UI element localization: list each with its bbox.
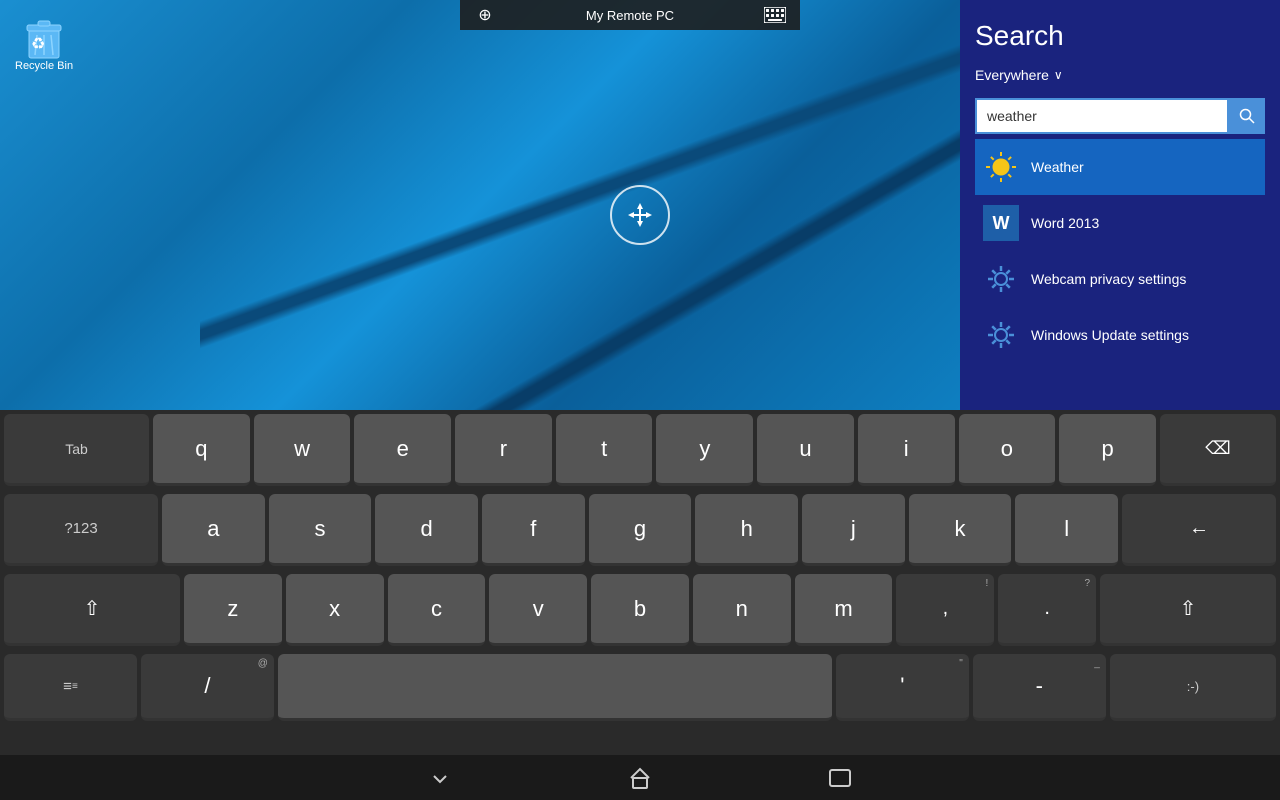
key-dash[interactable]: - _	[973, 654, 1106, 721]
key-s[interactable]: s	[269, 494, 372, 566]
space-key[interactable]	[278, 654, 832, 721]
key-e[interactable]: e	[354, 414, 451, 486]
recycle-bin-label: Recycle Bin	[15, 60, 73, 72]
move-cursor	[610, 185, 670, 245]
keyboard-row-2: ?123 a s d f g h j k l ←	[0, 490, 1280, 570]
search-result-winupdate[interactable]: Windows Update settings	[975, 307, 1265, 363]
key-r[interactable]: r	[455, 414, 552, 486]
key-period[interactable]: .?	[998, 574, 1096, 646]
key-l[interactable]: l	[1015, 494, 1118, 566]
search-panel: Search Everywhere ∨	[960, 0, 1280, 410]
weather-icon	[983, 149, 1019, 185]
key-slash[interactable]: / @	[141, 654, 274, 721]
topbar-title: My Remote PC	[500, 8, 760, 23]
keyboard-row-4: ≡≡ / @ ' " - _ :-)	[0, 650, 1280, 725]
recents-nav-button[interactable]	[820, 758, 860, 798]
home-nav-button[interactable]	[620, 758, 660, 798]
key-m[interactable]: m	[795, 574, 893, 646]
scope-label: Everywhere	[975, 67, 1049, 83]
key-c[interactable]: c	[388, 574, 486, 646]
chevron-down-icon: ∨	[1054, 68, 1063, 82]
key-h[interactable]: h	[695, 494, 798, 566]
settings-icon-webcam	[983, 261, 1019, 297]
top-bar: ⊕ My Remote PC	[460, 0, 800, 30]
key-d[interactable]: d	[375, 494, 478, 566]
key-w[interactable]: w	[254, 414, 351, 486]
scope-selector[interactable]: Everywhere ∨	[975, 67, 1265, 83]
key-comma[interactable]: ,!	[896, 574, 994, 646]
search-result-word2013[interactable]: W Word 2013	[975, 195, 1265, 251]
key-j[interactable]: j	[802, 494, 905, 566]
word2013-result-label: Word 2013	[1031, 215, 1099, 231]
key-k[interactable]: k	[909, 494, 1012, 566]
enter-key[interactable]: ←	[1122, 494, 1276, 566]
key-apostrophe[interactable]: ' "	[836, 654, 969, 721]
move-button[interactable]: ⊕	[470, 0, 500, 30]
keyboard-row-3: ⇧ z x c v b n m ,! .? ⇧	[0, 570, 1280, 650]
key-x[interactable]: x	[286, 574, 384, 646]
back-nav-button[interactable]	[420, 758, 460, 798]
search-input[interactable]	[975, 98, 1229, 134]
key-q[interactable]: q	[153, 414, 250, 486]
key-g[interactable]: g	[589, 494, 692, 566]
key-t[interactable]: t	[556, 414, 653, 486]
recycle-bin[interactable]: ♻ Recycle Bin	[15, 15, 73, 72]
shift-left-key[interactable]: ⇧	[4, 574, 180, 646]
winupdate-result-label: Windows Update settings	[1031, 327, 1189, 343]
key-n[interactable]: n	[693, 574, 791, 646]
key-v[interactable]: v	[489, 574, 587, 646]
search-box-row	[975, 98, 1265, 134]
key-f[interactable]: f	[482, 494, 585, 566]
key-a[interactable]: a	[162, 494, 265, 566]
weather-result-label: Weather	[1031, 159, 1084, 175]
num-key[interactable]: ?123	[4, 494, 158, 566]
desktop	[0, 0, 960, 410]
keyboard: Tab q w e r t y u i o p ⌫ ?123 a s d f g…	[0, 410, 1280, 800]
key-i[interactable]: i	[858, 414, 955, 486]
settings-kb-key[interactable]: ≡≡	[4, 654, 137, 721]
backspace-key[interactable]: ⌫	[1160, 414, 1276, 486]
smiley-key[interactable]: :-)	[1110, 654, 1276, 721]
webcam-result-label: Webcam privacy settings	[1031, 271, 1186, 287]
key-o[interactable]: o	[959, 414, 1056, 486]
key-b[interactable]: b	[591, 574, 689, 646]
nav-bar	[0, 755, 1280, 800]
key-z[interactable]: z	[184, 574, 282, 646]
shift-right-key[interactable]: ⇧	[1100, 574, 1276, 646]
search-button[interactable]	[1229, 98, 1265, 134]
settings-icon-winupdate	[983, 317, 1019, 353]
keyboard-row-1: Tab q w e r t y u i o p ⌫	[0, 410, 1280, 490]
key-p[interactable]: p	[1059, 414, 1156, 486]
search-heading: Search	[975, 20, 1265, 52]
svg-text:♻: ♻	[31, 36, 45, 53]
keyboard-toggle-button[interactable]	[760, 0, 790, 30]
key-y[interactable]: y	[656, 414, 753, 486]
tab-key[interactable]: Tab	[4, 414, 149, 486]
word-icon: W	[983, 205, 1019, 241]
search-result-weather[interactable]: Weather	[975, 139, 1265, 195]
search-result-webcam[interactable]: Webcam privacy settings	[975, 251, 1265, 307]
key-u[interactable]: u	[757, 414, 854, 486]
